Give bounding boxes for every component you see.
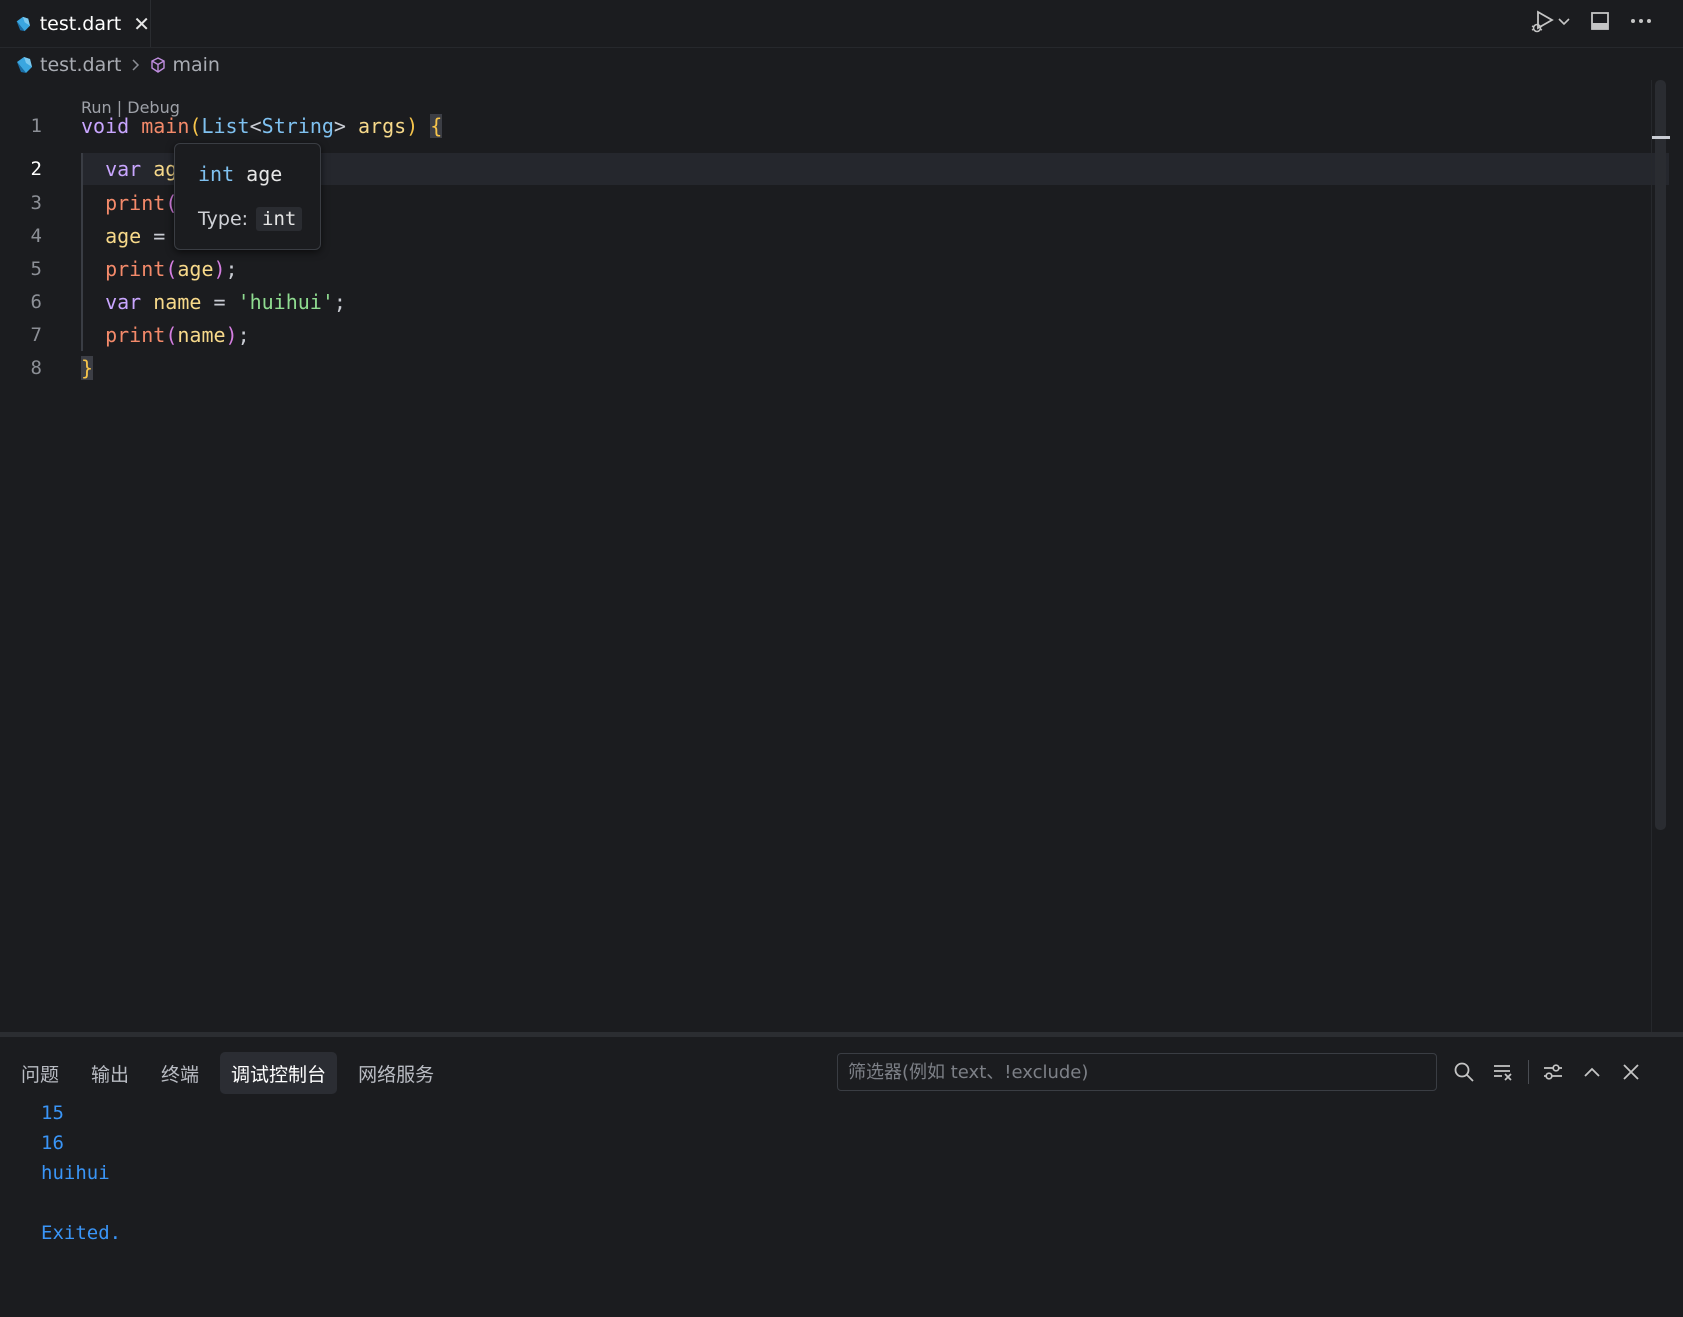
tab-output[interactable]: 输出 — [80, 1052, 140, 1094]
toolbar-separator — [1528, 1060, 1529, 1084]
code-line-6[interactable]: 6 var name = 'huihui'; — [0, 285, 1600, 318]
code-text: var ag — [105, 157, 178, 181]
line-number: 5 — [30, 257, 42, 280]
tab-label: test.dart — [39, 12, 122, 35]
chevron-right-icon — [131, 58, 141, 72]
tab-debug-console[interactable]: 调试控制台 — [220, 1052, 338, 1094]
debug-console-output: 15 16 huihui Exited. — [41, 1098, 121, 1248]
chevron-down-icon — [1558, 18, 1570, 26]
cursor-position-marker — [1652, 136, 1670, 139]
breadcrumb: test.dart main — [14, 51, 220, 79]
clear-console-icon[interactable] — [1489, 1058, 1517, 1086]
hover-signature: int age — [198, 162, 283, 186]
hover-tooltip: int age Type: int — [174, 143, 321, 250]
console-line: 15 — [41, 1102, 64, 1124]
line-number: 4 — [30, 224, 42, 247]
dart-file-icon — [17, 57, 32, 73]
cube-icon — [149, 56, 167, 74]
toggle-panel-button[interactable] — [1589, 10, 1611, 32]
code-text: var name = 'huihui'; — [105, 289, 346, 314]
close-icon[interactable]: ✕ — [133, 14, 150, 34]
code-text: void main(List<String> args) { — [81, 113, 443, 138]
code-text: print( — [105, 190, 178, 215]
vertical-scrollbar[interactable] — [1655, 80, 1666, 830]
hover-type-line: Type: int — [198, 207, 303, 231]
code-line-5[interactable]: 5 print(age); — [0, 252, 1600, 285]
dart-file-icon — [16, 16, 30, 31]
line-number: 2 — [30, 158, 42, 180]
code-editor[interactable]: Run | Debug 1 void main(List<String> arg… — [0, 86, 1669, 1032]
editor-tab-bar: test.dart ✕ — [0, 0, 1683, 48]
ellipsis-icon — [1631, 19, 1651, 23]
console-line: huihui — [41, 1162, 110, 1184]
more-actions-button[interactable] — [1629, 10, 1653, 32]
close-icon[interactable] — [1617, 1058, 1645, 1086]
tab-terminal[interactable]: 终端 — [150, 1052, 210, 1094]
filter-input[interactable] — [837, 1053, 1437, 1091]
breadcrumb-symbol[interactable]: main — [173, 54, 220, 76]
breadcrumb-file[interactable]: test.dart — [40, 54, 122, 76]
settings-sliders-icon[interactable] — [1539, 1058, 1567, 1086]
console-line: 16 — [41, 1132, 64, 1154]
editor-actions — [1529, 8, 1653, 34]
code-line-1[interactable]: 1 void main(List<String> args) { — [0, 109, 1600, 142]
console-line: Exited. — [41, 1222, 122, 1244]
code-line-7[interactable]: 7 print(name); — [0, 318, 1600, 351]
run-debug-button[interactable] — [1529, 8, 1571, 34]
code-text: } — [81, 355, 94, 380]
hover-type-label: Type: — [198, 208, 249, 230]
hover-type-value: int — [256, 207, 303, 231]
tab-problems[interactable]: 问题 — [10, 1052, 70, 1094]
scroll-divider — [1651, 80, 1652, 1032]
line-number: 7 — [30, 323, 42, 346]
line-number: 1 — [30, 114, 42, 137]
panel-toolbar — [1450, 1058, 1656, 1086]
chevron-up-icon[interactable] — [1578, 1058, 1606, 1086]
line-number: 8 — [30, 356, 42, 379]
line-number: 3 — [30, 191, 42, 214]
search-icon[interactable] — [1450, 1058, 1478, 1086]
tab-network-services[interactable]: 网络服务 — [347, 1052, 445, 1094]
tab-test-dart[interactable]: test.dart ✕ — [0, 0, 151, 47]
panel-layout-icon — [1591, 12, 1609, 30]
code-text: age = — [105, 223, 166, 248]
code-text: print(name); — [105, 322, 250, 347]
panel-tabs: 问题 输出 终端 调试控制台 网络服务 — [10, 1052, 445, 1094]
code-text: print(age); — [105, 256, 238, 281]
line-number: 6 — [30, 290, 42, 313]
code-line-8[interactable]: 8 } — [0, 351, 1600, 384]
run-debug-icon — [1531, 10, 1554, 33]
bottom-panel: 问题 输出 终端 调试控制台 网络服务 15 16 huihui Exited. — [0, 1037, 1683, 1317]
